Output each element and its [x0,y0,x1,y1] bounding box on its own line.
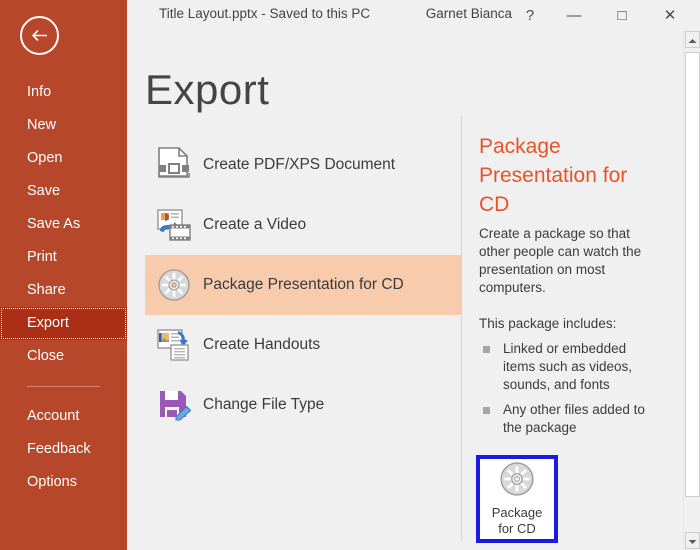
close-button[interactable]: ✕ [652,2,688,28]
scrollbar-up-button[interactable] [685,31,700,48]
export-option-package-for-cd[interactable]: Package Presentation for CD [145,255,461,315]
sidebar-item-info[interactable]: Info [0,76,127,109]
chevron-down-icon [688,532,697,550]
sidebar-item-save-as[interactable]: Save As [0,208,127,241]
detail-includes-heading: This package includes: [479,315,654,333]
sidebar-item-label: Account [27,408,79,424]
back-button[interactable] [20,16,59,55]
export-option-label: Create a Video [203,216,306,234]
backstage-sidebar: Info New Open Save Save As Print Share E… [0,0,127,550]
detail-bullet-list: Linked or embedded items such as videos,… [479,340,654,437]
export-option-label: Create Handouts [203,336,320,354]
list-item: Any other files added to the package [479,401,654,437]
sidebar-item-feedback[interactable]: Feedback [0,433,127,466]
export-options-list: Create PDF/XPS Document [145,135,461,435]
sidebar-item-account[interactable]: Account [0,400,127,433]
sidebar-divider [27,386,100,387]
detail-panel: Package Presentation for CD Create a pac… [479,132,654,444]
chevron-up-icon [688,31,697,49]
export-option-label: Create PDF/XPS Document [203,156,395,174]
sidebar-item-new[interactable]: New [0,109,127,142]
bullet-square-icon [483,346,490,353]
sidebar-item-label: Open [27,150,62,166]
pdf-xps-document-icon [145,141,203,189]
maximize-button[interactable]: □ [604,2,640,28]
sidebar-item-options[interactable]: Options [0,466,127,499]
scrollbar-thumb[interactable] [685,52,700,497]
list-item: Linked or embedded items such as videos,… [479,340,654,394]
sidebar-item-label: Feedback [27,441,91,457]
help-button[interactable]: ? [512,2,548,28]
vertical-scrollbar[interactable] [683,30,700,550]
detail-title: Package Presentation for CD [479,132,654,219]
account-name[interactable]: Garnet Bianca [426,6,512,21]
sidebar-item-label: Print [27,249,57,265]
sidebar-item-label: Save [27,183,60,199]
minimize-button[interactable]: — [556,2,592,28]
cd-disc-icon [145,261,203,309]
sidebar-item-close[interactable]: Close [0,340,127,373]
export-option-label: Package Presentation for CD [203,276,404,294]
sidebar-item-share[interactable]: Share [0,274,127,307]
cd-disc-icon [499,461,535,502]
package-for-cd-button[interactable]: Package for CD [476,455,558,543]
sidebar-item-print[interactable]: Print [0,241,127,274]
sidebar-item-label: New [27,117,56,133]
title-bar: Title Layout.pptx - Saved to this PC Gar… [127,0,700,30]
sidebar-item-label: Export [27,315,69,331]
video-icon [145,201,203,249]
sidebar-item-open[interactable]: Open [0,142,127,175]
package-for-cd-button-label-line2: for CD [498,521,536,537]
sidebar-item-label: Options [27,474,77,490]
export-option-change-file-type[interactable]: Change File Type [145,375,461,435]
backstage-view: Info New Open Save Save As Print Share E… [0,0,700,550]
export-option-create-video[interactable]: Create a Video [145,195,461,255]
detail-description: Create a package so that other people ca… [479,225,654,297]
list-item-label: Any other files added to the package [503,402,645,435]
document-title: Title Layout.pptx - Saved to this PC [159,6,370,21]
sidebar-item-export[interactable]: Export [0,307,127,340]
page-title: Export [145,66,269,114]
vertical-divider [461,116,462,541]
floppy-pencil-icon [145,381,203,429]
sidebar-item-label: Share [27,282,66,298]
package-for-cd-button-label-line1: Package [492,505,543,521]
export-option-label: Change File Type [203,396,324,414]
sidebar-item-label: Close [27,348,64,364]
sidebar-item-label: Info [27,84,51,100]
sidebar-item-save[interactable]: Save [0,175,127,208]
list-item-label: Linked or embedded items such as videos,… [503,341,632,392]
sidebar-nav-list: Info New Open Save Save As Print Share E… [0,76,127,499]
handouts-icon [145,321,203,369]
export-pane: Export Create PDF/XPS Document [127,30,683,550]
export-option-create-pdf-xps[interactable]: Create PDF/XPS Document [145,135,461,195]
export-option-create-handouts[interactable]: Create Handouts [145,315,461,375]
scrollbar-down-button[interactable] [685,532,700,549]
sidebar-item-label: Save As [27,216,80,232]
bullet-square-icon [483,407,490,414]
